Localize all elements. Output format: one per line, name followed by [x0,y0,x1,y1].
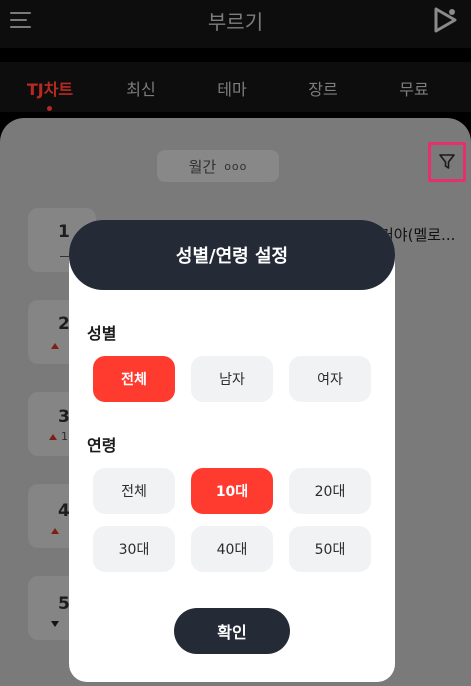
modal-title: 성별/연령 설정 [69,220,395,290]
age-label: 연령 [87,436,117,455]
filter-button[interactable] [428,142,466,182]
active-tab-indicator [47,106,52,111]
age-option-10s[interactable]: 10대 [191,468,273,514]
confirm-button[interactable]: 확인 [174,608,290,654]
tab-free[interactable]: 무료 [369,76,459,100]
tab-genre[interactable]: 장르 [278,76,368,100]
age-option-20s[interactable]: 20대 [289,468,371,514]
period-label: 월간 [188,157,217,176]
rank-up-icon [51,528,59,534]
period-more-icon: ooo [224,159,248,173]
play-logo-icon[interactable] [433,6,459,34]
gender-option-male[interactable]: 남자 [191,356,273,402]
rank-change-value: 1 [61,430,68,443]
period-select[interactable]: 월간 ooo [157,150,279,182]
chart-tabs: TJ차트 최신 테마 장르 무료 [0,62,471,112]
rank-up-icon [51,343,59,349]
tab-latest[interactable]: 최신 [96,76,186,100]
rank-up-icon [49,434,57,440]
age-option-40s[interactable]: 40대 [191,526,273,572]
tab-theme[interactable]: 테마 [187,76,277,100]
gender-option-female[interactable]: 여자 [289,356,371,402]
gender-age-modal: 성별/연령 설정 성별 전체 남자 여자 연령 전체 10대 20대 30대 4… [69,220,395,682]
rank-down-icon [51,621,59,627]
age-option-all[interactable]: 전체 [93,468,175,514]
gender-label: 성별 [87,324,117,343]
age-option-50s[interactable]: 50대 [289,526,371,572]
filter-icon [439,154,455,169]
age-option-30s[interactable]: 30대 [93,526,175,572]
rank-number: 1 [58,222,70,242]
tab-tj-chart[interactable]: TJ차트 [5,76,95,100]
app-bar: 부르기 [0,0,471,48]
page-title: 부르기 [207,10,264,34]
gender-option-all[interactable]: 전체 [93,356,175,402]
